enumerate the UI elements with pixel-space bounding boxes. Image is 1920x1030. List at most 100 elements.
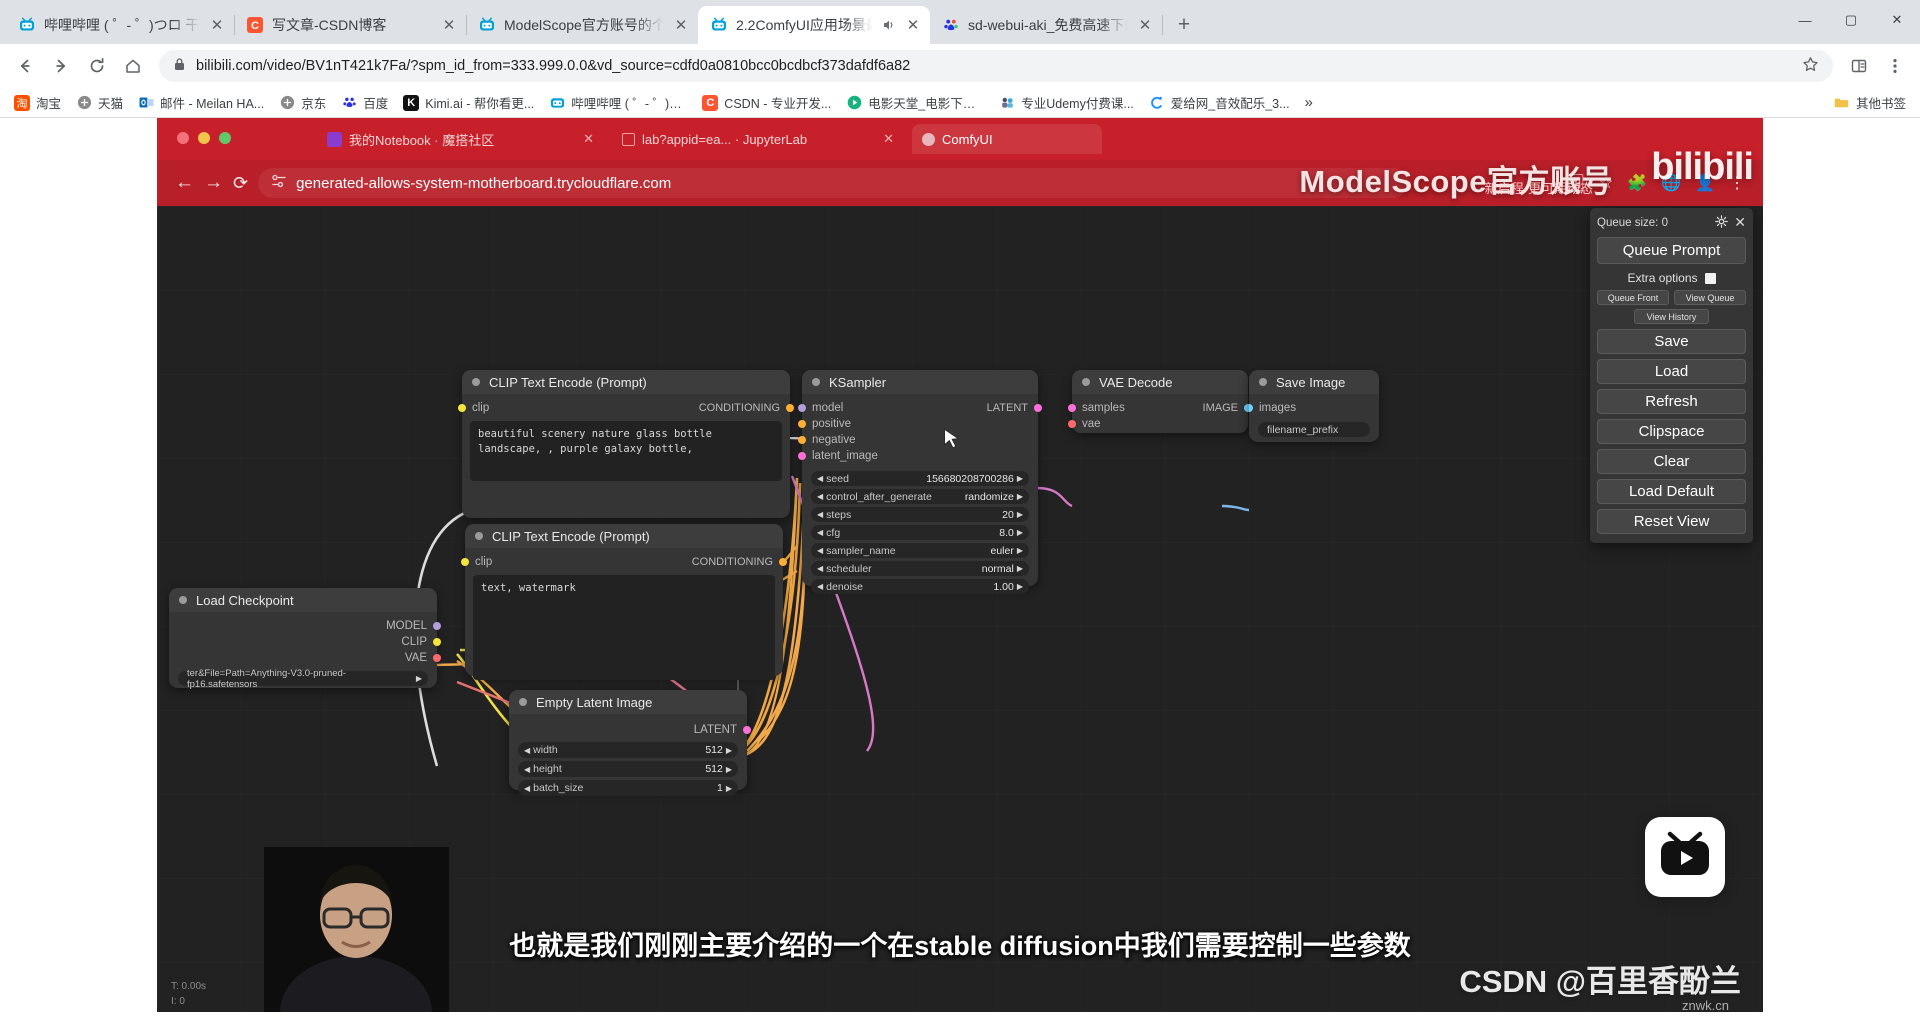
node-input-negative[interactable]: negative (798, 432, 1038, 448)
maximize-button[interactable]: ▢ (1828, 0, 1874, 40)
input-pin-icon[interactable] (1249, 404, 1253, 412)
node-input-samples[interactable]: samples IMAGE (1068, 400, 1252, 416)
output-pin-icon[interactable] (779, 558, 787, 566)
input-pin-icon[interactable] (458, 404, 466, 412)
widget-scheduler[interactable]: ◀ scheduler normal ▶ (811, 561, 1029, 576)
close-icon[interactable]: ✕ (672, 16, 690, 34)
increment-arrow-icon[interactable]: ▶ (1017, 528, 1023, 537)
node-collapse-icon[interactable] (1259, 378, 1267, 386)
new-tab-button[interactable]: + (1168, 9, 1200, 41)
node-title-bar[interactable]: KSampler (802, 370, 1038, 394)
bilibili-play-badge[interactable] (1645, 817, 1725, 897)
video-player-stage[interactable]: 我的Notebook · 魔搭社区 ✕ lab?appid=ea... · Ju… (157, 118, 1763, 1019)
increment-arrow-icon[interactable]: ▶ (1017, 582, 1023, 591)
load-button[interactable]: Load (1597, 359, 1746, 384)
increment-arrow-icon[interactable]: ▶ (726, 784, 732, 793)
input-pin-icon[interactable] (798, 404, 806, 412)
node-title-bar[interactable]: Load Checkpoint (169, 588, 437, 612)
bookmark-item[interactable]: 邮件 - Meilan HA... (132, 90, 270, 115)
increment-arrow-icon[interactable]: ▶ (726, 765, 732, 774)
load-default-button[interactable]: Load Default (1597, 479, 1746, 504)
close-icon[interactable]: ✕ (208, 16, 226, 34)
node-input-model[interactable]: model LATENT (798, 400, 1042, 416)
recorded-back-button[interactable]: ← (175, 172, 194, 194)
refresh-button[interactable]: Refresh (1597, 389, 1746, 414)
node-empty-latent-image[interactable]: Empty Latent Image LATENT ◀ width512 ▶ (509, 690, 751, 796)
close-icon[interactable]: ✕ (440, 16, 458, 34)
increment-arrow-icon[interactable]: ▶ (1017, 564, 1023, 573)
browser-tab-0[interactable]: 哔哩哔哩 ( ゜- ゜)つロ 干杯~-bili ✕ (6, 6, 235, 44)
bookmark-item[interactable]: K Kimi.ai - 帮你看更... (397, 90, 540, 115)
output-pin-icon[interactable] (433, 638, 441, 646)
widget-filename-prefix[interactable]: filename_prefix (1258, 422, 1370, 437)
widget-width[interactable]: ◀ width 512 ▶ (518, 742, 738, 758)
node-input-latent-image[interactable]: latent_image (798, 448, 1038, 464)
widget-value[interactable]: 20 (1002, 509, 1014, 521)
prompt-textarea-negative[interactable]: text, watermark (473, 575, 775, 680)
widget-control-after-generate[interactable]: ◀ control_after_generate randomize ▶ (811, 489, 1029, 504)
node-input-clip[interactable]: clip CONDITIONING (461, 554, 787, 570)
widget-value[interactable]: 8.0 (999, 527, 1014, 539)
input-pin-icon[interactable] (1068, 404, 1076, 412)
output-pin-icon[interactable] (1034, 404, 1042, 412)
address-bar[interactable]: bilibili.com/video/BV1nT421k7Fa/?spm_id_… (159, 50, 1833, 82)
bookmark-item[interactable]: 百度 (335, 90, 394, 115)
comfyui-menu-panel[interactable]: Queue size: 0 ✕ Queue Prompt Extra optio… (1590, 208, 1753, 543)
node-collapse-icon[interactable] (179, 596, 187, 604)
close-window-button[interactable]: ✕ (1874, 0, 1920, 40)
node-output-latent[interactable]: LATENT (509, 720, 751, 739)
widget-value[interactable]: euler (990, 545, 1013, 557)
node-ksampler[interactable]: KSampler model LATENT positive negative … (798, 370, 1042, 594)
increment-arrow-icon[interactable]: ▶ (1017, 492, 1023, 501)
close-icon[interactable]: ✕ (1734, 214, 1746, 231)
browser-tab-4[interactable]: sd-webui-aki_免费高速下载|百度 ✕ (930, 6, 1163, 44)
node-title-bar[interactable]: CLIP Text Encode (Prompt) (462, 370, 790, 394)
widget-sampler-name[interactable]: ◀ sampler_name euler ▶ (811, 543, 1029, 558)
bookmark-item[interactable]: 天猫 (70, 90, 129, 115)
recorded-address-bar[interactable]: generated-allows-system-motherboard.tryc… (258, 168, 1409, 198)
increment-arrow-icon[interactable]: ▶ (1017, 474, 1023, 483)
browser-tab-2[interactable]: ModelScope官方账号的个人空间 ✕ (466, 6, 699, 44)
bookmark-item[interactable]: 淘 淘宝 (8, 90, 67, 115)
output-pin-icon[interactable] (433, 622, 441, 630)
node-input-images[interactable]: images (1249, 400, 1379, 416)
widget-batch-size[interactable]: ◀ batch_size 1 ▶ (518, 780, 738, 796)
output-pin-icon[interactable] (786, 404, 794, 412)
reset-view-button[interactable]: Reset View (1597, 509, 1746, 534)
output-pin-icon[interactable] (743, 725, 751, 734)
input-pin-icon[interactable] (798, 436, 806, 444)
forward-button[interactable] (44, 49, 78, 83)
increment-arrow-icon[interactable]: ▶ (416, 674, 422, 683)
increment-arrow-icon[interactable]: ▶ (726, 746, 732, 755)
recorded-forward-button[interactable]: → (204, 172, 223, 194)
node-clip-text-encode-positive[interactable]: CLIP Text Encode (Prompt) clip CONDITION… (458, 370, 794, 518)
node-title-bar[interactable]: Save Image (1249, 370, 1379, 394)
node-input-positive[interactable]: positive (798, 416, 1038, 432)
node-title-bar[interactable]: CLIP Text Encode (Prompt) (465, 524, 783, 548)
node-clip-text-encode-negative[interactable]: CLIP Text Encode (Prompt) clip CONDITION… (461, 524, 787, 680)
recorded-tab-1[interactable]: lab?appid=ea... · JupyterLab ✕ (612, 124, 902, 154)
node-input-vae[interactable]: vae (1068, 416, 1248, 432)
clipspace-button[interactable]: Clipspace (1597, 419, 1746, 444)
tab-audio-icon[interactable] (880, 17, 896, 33)
bookmark-item[interactable]: 爱给网_音效配乐_3... (1143, 90, 1296, 115)
output-pin-icon[interactable] (433, 654, 441, 662)
node-collapse-icon[interactable] (519, 698, 527, 706)
node-output-model[interactable]: MODEL (169, 618, 441, 634)
reload-button[interactable] (80, 49, 114, 83)
input-pin-icon[interactable] (461, 558, 469, 566)
bookmark-item[interactable]: C CSDN - 专业开发... (696, 90, 837, 115)
recorded-tab-2[interactable]: ComfyUI (912, 124, 1102, 154)
back-button[interactable] (8, 49, 42, 83)
node-output-clip[interactable]: CLIP (169, 634, 441, 650)
extra-options-checkbox[interactable] (1704, 272, 1716, 284)
save-button[interactable]: Save (1597, 329, 1746, 354)
bookmark-item[interactable]: 专业Udemy付费课... (993, 90, 1140, 115)
extra-options-row[interactable]: Extra options (1597, 271, 1746, 285)
node-collapse-icon[interactable] (472, 378, 480, 386)
view-queue-button[interactable]: View Queue (1674, 290, 1746, 305)
view-history-button[interactable]: View History (1634, 309, 1709, 324)
chrome-menu-icon[interactable] (1878, 49, 1912, 83)
node-output-vae[interactable]: VAE (169, 650, 441, 666)
increment-arrow-icon[interactable]: ▶ (1017, 546, 1023, 555)
